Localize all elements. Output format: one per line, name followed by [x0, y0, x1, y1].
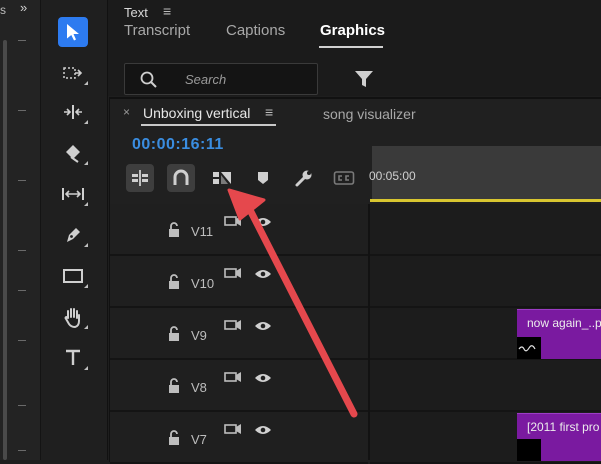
sync-lock-icon[interactable] — [224, 214, 242, 228]
playhead-timecode[interactable]: 00:00:16:11 — [132, 136, 224, 154]
left-panel-title: s — [0, 3, 6, 17]
sequence-menu-button[interactable]: ≡ — [265, 104, 273, 120]
linked-selection-icon — [213, 172, 231, 184]
track-name: V8 — [191, 380, 207, 395]
expand-panels-button[interactable]: » — [20, 0, 27, 15]
tab-unboxing-vertical[interactable]: Unboxing vertical — [143, 105, 250, 121]
slip-tool-button[interactable] — [58, 179, 88, 209]
snap-magnet-icon — [173, 169, 189, 185]
track-name: V7 — [191, 432, 207, 447]
tab-transcript[interactable]: Transcript — [124, 22, 190, 39]
eye-icon[interactable] — [254, 320, 272, 332]
sync-lock-icon[interactable] — [224, 266, 242, 280]
panel-title: Text — [124, 5, 148, 20]
clip-v7[interactable]: [2011 first pro — [517, 413, 601, 461]
pen-tool-icon — [67, 228, 80, 242]
track-header-v9[interactable] — [110, 308, 368, 360]
clip-v9[interactable]: now again_..p — [517, 309, 601, 359]
track-name: V9 — [191, 328, 207, 343]
sync-lock-icon[interactable] — [224, 318, 242, 332]
tab-graphics[interactable]: Graphics — [320, 22, 385, 39]
close-sequence-tab-icon[interactable]: × — [123, 105, 130, 119]
settings-wrench-icon — [295, 170, 312, 187]
eye-icon[interactable] — [254, 268, 272, 280]
insert-nest-icon — [132, 170, 148, 186]
active-sequence-indicator — [141, 124, 276, 126]
filter-icon[interactable] — [354, 70, 374, 88]
eye-icon[interactable] — [254, 372, 272, 384]
lock-icon[interactable] — [167, 378, 181, 394]
pen-tool-button[interactable] — [58, 220, 88, 250]
razor-tool-button[interactable] — [58, 138, 88, 168]
hand-tool-icon — [64, 308, 80, 328]
track-select-tool-icon — [63, 67, 83, 79]
track-lane-v10[interactable] — [370, 256, 601, 308]
eye-icon[interactable] — [254, 424, 272, 436]
linked-selection-button[interactable] — [208, 164, 236, 192]
clip-label: now again_..p — [527, 316, 601, 330]
clip-thumbnail — [517, 439, 541, 461]
track-header-v10[interactable] — [110, 256, 368, 308]
track-select-tool-button[interactable] — [58, 58, 88, 88]
clip-label: [2011 first pro — [527, 420, 600, 434]
add-marker-button[interactable] — [249, 164, 277, 192]
track-name: V11 — [191, 224, 214, 239]
track-header-v7[interactable] — [110, 412, 368, 464]
timeline-settings-button[interactable] — [290, 164, 318, 192]
rectangle-tool-icon — [63, 269, 83, 283]
selection-tool-button[interactable] — [58, 17, 88, 47]
panel-menu-button[interactable]: ≡ — [163, 3, 171, 19]
lock-icon[interactable] — [167, 430, 181, 446]
ruler-time-label: 00:05:00 — [369, 169, 416, 183]
track-header-v8[interactable] — [110, 360, 368, 412]
captions-icon — [333, 171, 355, 185]
track-lane-v8[interactable] — [370, 360, 601, 412]
insert-nest-button[interactable] — [126, 164, 154, 192]
add-marker-icon — [258, 172, 268, 184]
lock-icon[interactable] — [167, 326, 181, 342]
lock-icon[interactable] — [167, 222, 181, 238]
sync-lock-icon[interactable] — [224, 422, 242, 436]
captions-button[interactable] — [330, 164, 358, 192]
track-name: V10 — [191, 276, 215, 291]
work-area-bar[interactable] — [370, 199, 601, 202]
ripple-edit-tool-icon — [64, 105, 82, 119]
track-header-divider[interactable] — [368, 204, 370, 460]
sync-lock-icon[interactable] — [224, 370, 242, 384]
tab-song-visualizer[interactable]: song visualizer — [323, 106, 416, 122]
track-header-v11[interactable] — [110, 204, 368, 256]
type-tool-icon — [66, 349, 80, 365]
hand-tool-button[interactable] — [58, 302, 88, 332]
track-lane-v11[interactable] — [370, 204, 601, 256]
clip-thumbnail — [517, 337, 541, 359]
tools-panel — [41, 0, 108, 460]
snap-button[interactable] — [167, 164, 195, 192]
meter-ticks — [18, 0, 26, 460]
razor-tool-icon — [66, 145, 80, 163]
type-tool-button[interactable] — [58, 343, 88, 373]
active-tab-indicator — [319, 46, 383, 48]
search-icon — [140, 71, 157, 88]
ripple-edit-tool-button[interactable] — [58, 97, 88, 127]
search-placeholder: Search — [185, 72, 227, 87]
lock-icon[interactable] — [167, 274, 181, 290]
rectangle-tool-button[interactable] — [58, 261, 88, 291]
slip-tool-icon — [62, 188, 84, 200]
tab-captions[interactable]: Captions — [226, 22, 285, 39]
selection-tool-icon — [67, 24, 79, 41]
left-panel-scrollbar[interactable] — [3, 40, 7, 460]
eye-icon[interactable] — [254, 216, 272, 228]
